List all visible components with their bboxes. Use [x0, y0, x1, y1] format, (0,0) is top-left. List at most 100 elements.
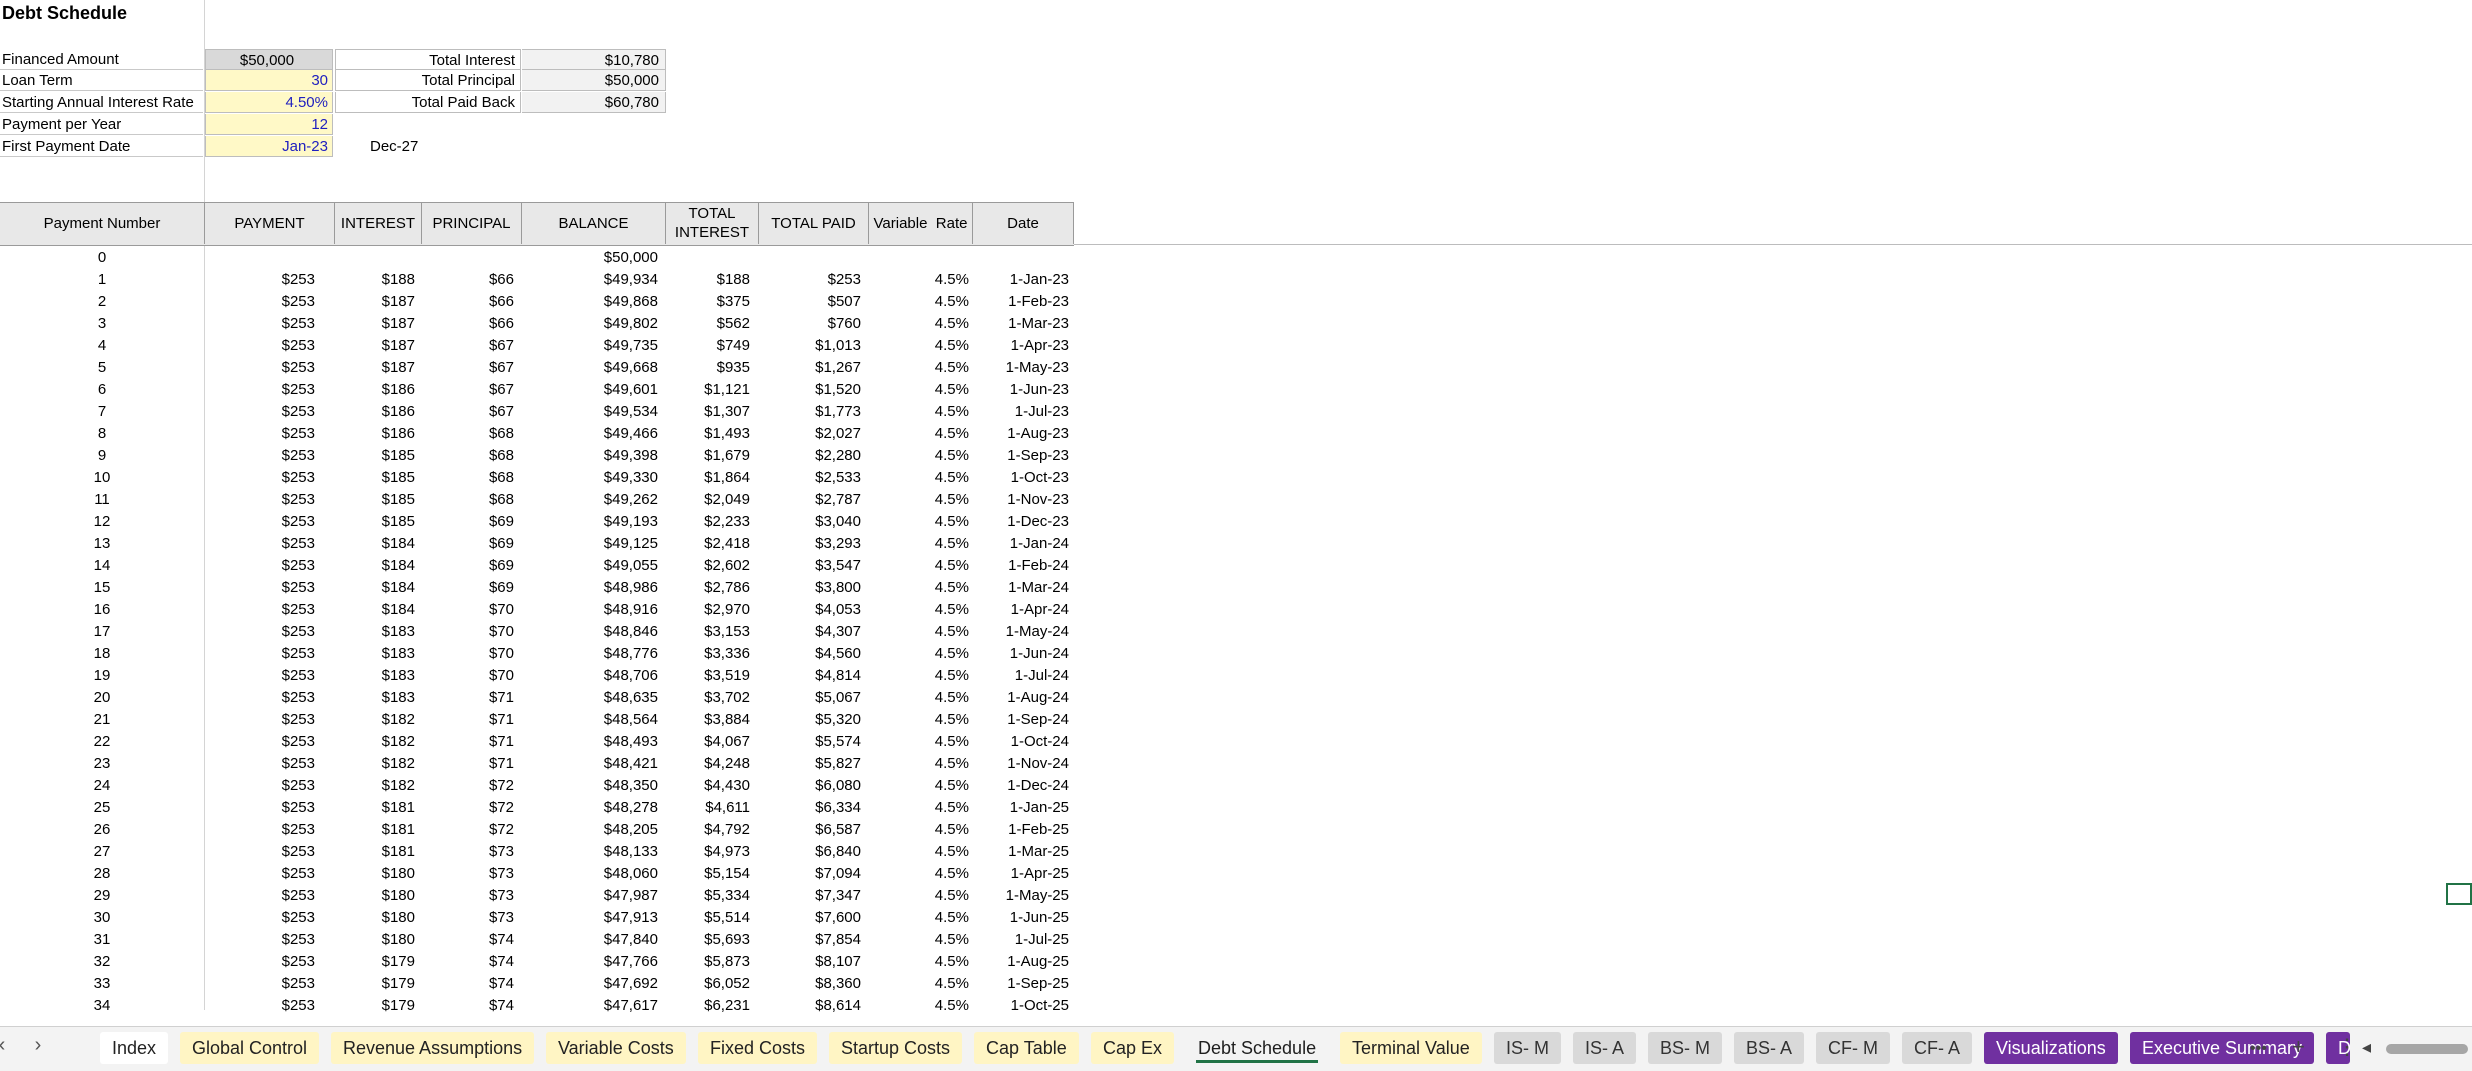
- payment-cell[interactable]: $253: [205, 665, 315, 687]
- date-cell[interactable]: 1-May-23: [973, 357, 1069, 379]
- variable-rate-cell[interactable]: 4.5%: [869, 709, 969, 731]
- total-interest-cell[interactable]: $4,067: [666, 731, 750, 753]
- total-paid-cell[interactable]: $7,854: [759, 929, 861, 951]
- tab-cf-m[interactable]: CF- M: [1816, 1032, 1890, 1064]
- total-paid-cell[interactable]: $2,787: [759, 489, 861, 511]
- payment-cell[interactable]: $253: [205, 995, 315, 1017]
- principal-cell[interactable]: $74: [422, 973, 514, 995]
- payment-cell[interactable]: $253: [205, 599, 315, 621]
- payment-number-cell[interactable]: 28: [0, 863, 204, 885]
- payment-cell[interactable]: $253: [205, 841, 315, 863]
- balance-cell[interactable]: $48,986: [522, 577, 658, 599]
- variable-rate-cell[interactable]: 4.5%: [869, 907, 969, 929]
- total-paid-cell[interactable]: $253: [759, 269, 861, 291]
- payment-cell[interactable]: $253: [205, 401, 315, 423]
- payment-number-cell[interactable]: 6: [0, 379, 204, 401]
- total-interest-cell[interactable]: $5,873: [666, 951, 750, 973]
- date-cell[interactable]: 1-Mar-25: [973, 841, 1069, 863]
- interest-cell[interactable]: $187: [335, 313, 415, 335]
- payment-number-cell[interactable]: 0: [0, 247, 204, 269]
- tab-global-control[interactable]: Global Control: [180, 1032, 320, 1064]
- total-interest-cell[interactable]: $5,514: [666, 907, 750, 929]
- total-paid-cell[interactable]: $6,840: [759, 841, 861, 863]
- variable-rate-cell[interactable]: 4.5%: [869, 577, 969, 599]
- balance-cell[interactable]: $49,668: [522, 357, 658, 379]
- payment-number-cell[interactable]: 31: [0, 929, 204, 951]
- payment-cell[interactable]: $253: [205, 577, 315, 599]
- tab-fixed-costs[interactable]: Fixed Costs: [698, 1032, 818, 1064]
- payment-cell[interactable]: $253: [205, 863, 315, 885]
- variable-rate-cell[interactable]: [869, 247, 969, 269]
- payment-number-cell[interactable]: 16: [0, 599, 204, 621]
- header-payment[interactable]: PAYMENT: [205, 202, 335, 244]
- interest-cell[interactable]: $185: [335, 445, 415, 467]
- total-paid-cell[interactable]: [759, 247, 861, 269]
- principal-cell[interactable]: $69: [422, 555, 514, 577]
- first-payment-date-input[interactable]: Jan-23: [205, 136, 333, 157]
- total-interest-cell[interactable]: $1,679: [666, 445, 750, 467]
- variable-rate-cell[interactable]: 4.5%: [869, 599, 969, 621]
- payment-number-cell[interactable]: 19: [0, 665, 204, 687]
- total-paid-cell[interactable]: $7,600: [759, 907, 861, 929]
- variable-rate-cell[interactable]: 4.5%: [869, 643, 969, 665]
- variable-rate-cell[interactable]: 4.5%: [869, 269, 969, 291]
- balance-cell[interactable]: $48,916: [522, 599, 658, 621]
- date-cell[interactable]: 1-Feb-23: [973, 291, 1069, 313]
- total-paid-cell[interactable]: $4,560: [759, 643, 861, 665]
- variable-rate-cell[interactable]: 4.5%: [869, 423, 969, 445]
- interest-cell[interactable]: $181: [335, 841, 415, 863]
- principal-cell[interactable]: $73: [422, 863, 514, 885]
- date-cell[interactable]: 1-Apr-23: [973, 335, 1069, 357]
- total-interest-cell[interactable]: $4,792: [666, 819, 750, 841]
- principal-cell[interactable]: $69: [422, 511, 514, 533]
- loan-term-input[interactable]: 30: [205, 70, 333, 91]
- variable-rate-cell[interactable]: 4.5%: [869, 819, 969, 841]
- total-paid-cell[interactable]: $5,320: [759, 709, 861, 731]
- balance-cell[interactable]: $48,421: [522, 753, 658, 775]
- payment-cell[interactable]: $253: [205, 291, 315, 313]
- payment-cell[interactable]: $253: [205, 511, 315, 533]
- total-paid-cell[interactable]: $7,094: [759, 863, 861, 885]
- payment-cell[interactable]: $253: [205, 269, 315, 291]
- balance-cell[interactable]: $49,934: [522, 269, 658, 291]
- principal-cell[interactable]: $72: [422, 775, 514, 797]
- date-cell[interactable]: 1-Apr-25: [973, 863, 1069, 885]
- balance-cell[interactable]: $48,776: [522, 643, 658, 665]
- interest-cell[interactable]: $186: [335, 423, 415, 445]
- interest-cell[interactable]: $185: [335, 467, 415, 489]
- payment-cell[interactable]: $253: [205, 775, 315, 797]
- variable-rate-cell[interactable]: 4.5%: [869, 533, 969, 555]
- date-cell[interactable]: 1-Nov-24: [973, 753, 1069, 775]
- total-interest-cell[interactable]: $4,430: [666, 775, 750, 797]
- balance-cell[interactable]: $49,125: [522, 533, 658, 555]
- total-paid-cell[interactable]: $5,827: [759, 753, 861, 775]
- interest-cell[interactable]: $181: [335, 819, 415, 841]
- tab-cap-ex[interactable]: Cap Ex: [1091, 1032, 1175, 1064]
- principal-cell[interactable]: $72: [422, 819, 514, 841]
- interest-cell[interactable]: $186: [335, 401, 415, 423]
- principal-cell[interactable]: $71: [422, 709, 514, 731]
- payment-cell[interactable]: $253: [205, 313, 315, 335]
- total-paid-cell[interactable]: $8,614: [759, 995, 861, 1017]
- variable-rate-cell[interactable]: 4.5%: [869, 863, 969, 885]
- total-paid-cell[interactable]: $2,533: [759, 467, 861, 489]
- payment-number-cell[interactable]: 2: [0, 291, 204, 313]
- total-interest-cell[interactable]: [666, 247, 750, 269]
- tab-executive-summary[interactable]: Executive Summary: [2130, 1032, 2315, 1064]
- payment-cell[interactable]: $253: [205, 929, 315, 951]
- payment-number-cell[interactable]: 22: [0, 731, 204, 753]
- total-interest-value[interactable]: $10,780: [522, 49, 666, 70]
- total-interest-cell[interactable]: $3,519: [666, 665, 750, 687]
- total-paid-cell[interactable]: $6,587: [759, 819, 861, 841]
- principal-cell[interactable]: $66: [422, 313, 514, 335]
- payment-number-cell[interactable]: 9: [0, 445, 204, 467]
- payment-number-cell[interactable]: 33: [0, 973, 204, 995]
- principal-cell[interactable]: $68: [422, 445, 514, 467]
- tab-variable-costs[interactable]: Variable Costs: [546, 1032, 686, 1064]
- total-paid-cell[interactable]: $507: [759, 291, 861, 313]
- tab-index[interactable]: Index: [100, 1032, 169, 1064]
- variable-rate-cell[interactable]: 4.5%: [869, 291, 969, 313]
- balance-cell[interactable]: $49,534: [522, 401, 658, 423]
- principal-cell[interactable]: $69: [422, 533, 514, 555]
- principal-cell[interactable]: $70: [422, 599, 514, 621]
